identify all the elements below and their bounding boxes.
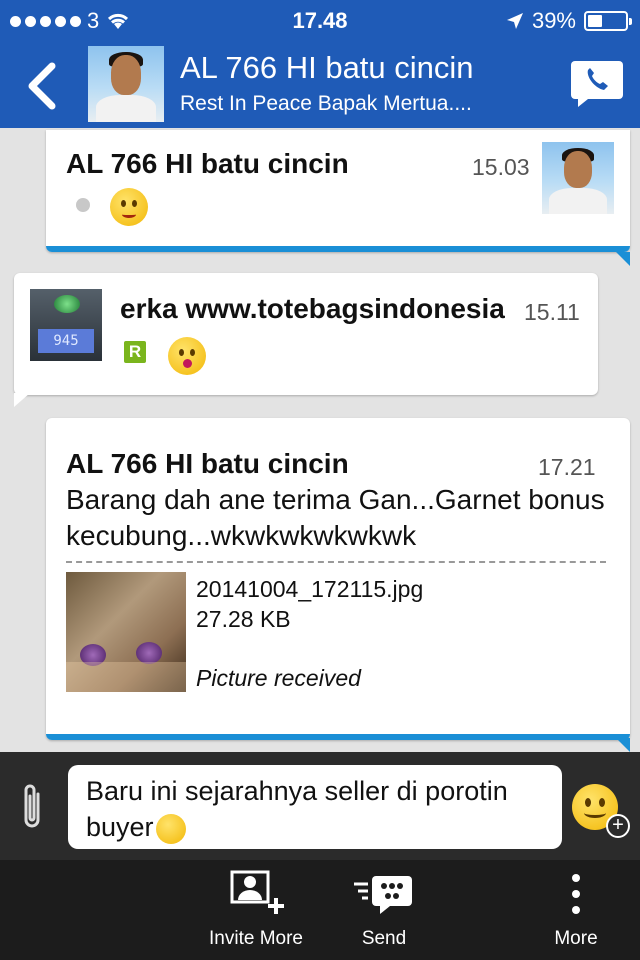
message-text: Barang dah ane terima Gan...Garnet bonus… <box>66 484 605 551</box>
read-status-icon <box>76 198 90 212</box>
avatar-photo <box>88 46 164 122</box>
contact-avatar[interactable] <box>88 46 164 122</box>
back-arrow-icon[interactable] <box>20 60 64 112</box>
message-time: 15.11 <box>524 299 580 325</box>
message-input-text: Baru ini sejarahnya seller di porotin bu… <box>86 776 508 842</box>
message-time: 15.03 <box>472 154 530 180</box>
status-right: 39% <box>506 8 632 34</box>
more-label: More <box>554 928 598 949</box>
attachment-file-name: 20141004_172115.jpg <box>196 576 424 602</box>
bubble-tail <box>14 393 30 407</box>
scale-reading: 945 <box>38 329 94 353</box>
header-title-area[interactable]: AL 766 HI batu cincin Rest In Peace Bapa… <box>180 50 550 118</box>
bbm-r-badge: R <box>124 341 146 363</box>
bubble-tail <box>616 252 630 266</box>
location-arrow-icon <box>506 13 523 29</box>
paperclip-icon[interactable] <box>18 782 48 832</box>
message-bubble[interactable]: 945 erka www.totebagsindonesia 15.11 R <box>14 273 598 395</box>
phone-icon[interactable] <box>570 60 624 108</box>
send-bbm-icon <box>354 876 412 914</box>
emoticon-picker-button[interactable]: + <box>572 784 632 840</box>
status-bar: 3 17.48 39% <box>0 0 640 40</box>
message-sender: AL 766 HI batu cincin <box>66 448 349 479</box>
sender-avatar <box>542 142 614 214</box>
kiss-face-icon <box>168 337 206 375</box>
contact-name: AL 766 HI batu cincin <box>180 50 474 85</box>
bottom-toolbar: Invite More Send More <box>0 860 640 960</box>
divider <box>66 561 606 563</box>
chat-header: 3 17.48 39% AL 766 HI batu cincin Rest I… <box>0 0 640 128</box>
message-input[interactable]: Baru ini sejarahnya seller di porotin bu… <box>68 765 562 849</box>
bubble-tail <box>616 738 630 752</box>
compose-bar: Baru ini sejarahnya seller di porotin bu… <box>0 752 640 860</box>
attachment-file-size: 27.28 KB <box>196 606 291 632</box>
bubble-accent-line <box>46 246 630 252</box>
invite-more-label: Invite More <box>209 928 303 949</box>
plus-icon: + <box>606 814 630 838</box>
contact-avatar-scale: 945 <box>30 289 102 361</box>
attachment-status: Picture received <box>196 665 361 691</box>
contact-status: Rest In Peace Bapak Mertua.... <box>180 92 472 115</box>
battery-icon <box>584 11 632 31</box>
invite-more-button[interactable]: Invite More <box>196 866 316 950</box>
message-sender: AL 766 HI batu cincin <box>66 148 349 179</box>
more-vertical-icon <box>572 874 580 914</box>
picture-thumbnail[interactable] <box>66 572 186 692</box>
more-button[interactable]: More <box>536 866 616 950</box>
message-bubble[interactable]: AL 766 HI batu cincin 15.03 <box>46 130 630 252</box>
bubble-accent-line <box>46 734 630 740</box>
add-contact-icon <box>230 870 284 914</box>
send-button[interactable]: Send <box>334 866 434 950</box>
message-time: 17.21 <box>538 454 596 480</box>
smiley-wave-icon <box>110 188 148 226</box>
message-bubble[interactable]: AL 766 HI batu cincin 17.21 Barang dah a… <box>46 418 630 740</box>
battery-percent: 39% <box>531 8 576 33</box>
message-sender: erka www.totebagsindonesia <box>120 293 505 324</box>
send-label: Send <box>361 928 407 949</box>
smiley-icon <box>155 813 186 844</box>
